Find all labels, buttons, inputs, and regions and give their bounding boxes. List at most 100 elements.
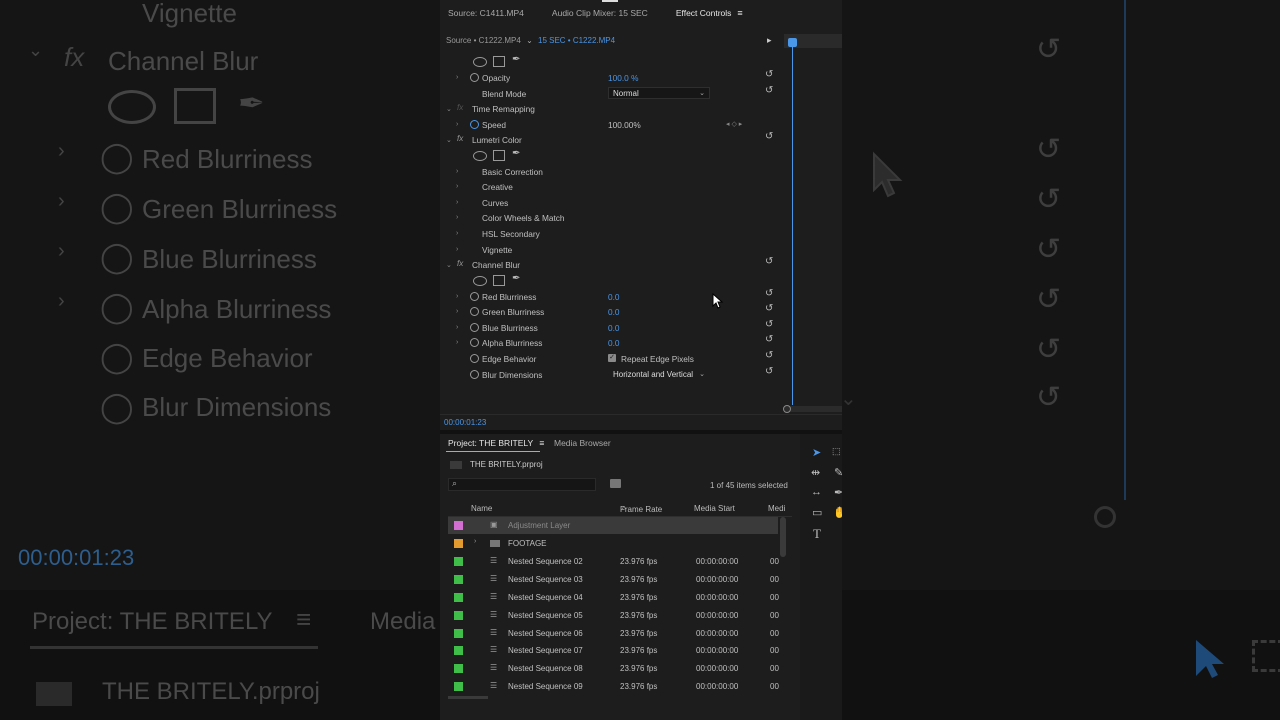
chevron-down-icon[interactable]: ⌄ — [446, 136, 452, 144]
panel-menu-icon[interactable]: ≡ — [737, 8, 742, 18]
table-row[interactable]: ☰ Nested Sequence 03 23.976 fps 00:00:00… — [448, 571, 779, 588]
chevron-right-icon[interactable]: › — [456, 293, 458, 300]
table-row[interactable]: ☰ Nested Sequence 05 23.976 fps 00:00:00… — [448, 607, 779, 624]
pen-mask-icon[interactable]: ✒ — [512, 148, 520, 159]
fx-icon[interactable]: fx — [457, 134, 463, 143]
table-row[interactable]: ☰ Nested Sequence 09 23.976 fps 00:00:00… — [448, 678, 779, 695]
blue-blurriness-value[interactable]: 0.0 — [608, 323, 620, 333]
table-row[interactable]: › FOOTAGE — [448, 535, 778, 552]
label-color[interactable] — [454, 664, 463, 673]
chevron-down-icon[interactable]: ⌄ — [446, 105, 452, 113]
type-tool-icon[interactable]: T — [813, 526, 821, 542]
stopwatch-icon[interactable] — [470, 307, 479, 316]
table-row[interactable]: ☰ Nested Sequence 02 23.976 fps 00:00:00… — [448, 553, 779, 570]
label-color[interactable] — [454, 682, 463, 691]
timeline-zoom-bar[interactable] — [784, 406, 842, 412]
ellipse-mask-icon[interactable] — [473, 151, 487, 161]
label-color[interactable] — [454, 575, 463, 584]
tab-source[interactable]: Source: C1411.MP4 — [448, 8, 524, 18]
reset-icon[interactable]: ↺ — [765, 319, 773, 330]
chevron-right-icon[interactable]: › — [456, 168, 458, 175]
stopwatch-icon[interactable] — [470, 120, 479, 129]
chevron-right-icon[interactable]: › — [456, 74, 458, 81]
blend-mode-dropdown[interactable]: Normal ⌄ — [608, 87, 710, 99]
red-blurriness-value[interactable]: 0.0 — [608, 292, 620, 302]
column-media-start[interactable]: Media Start — [694, 504, 735, 513]
keyframe-nav-icon[interactable]: ◂ ◇ ▸ — [726, 120, 742, 128]
project-search-input[interactable]: ⌕ — [448, 478, 596, 491]
rect-mask-icon[interactable] — [493, 275, 505, 286]
reset-icon[interactable]: ↺ — [765, 334, 773, 345]
chevron-right-icon[interactable]: › — [456, 199, 458, 206]
ripple-edit-icon[interactable]: ⇹ — [811, 466, 820, 479]
label-color[interactable] — [454, 629, 463, 638]
chevron-down-icon[interactable]: ⌄ — [446, 261, 452, 269]
chevron-right-icon[interactable]: › — [456, 121, 458, 128]
blur-dimensions-dropdown[interactable]: Horizontal and Vertical ⌄ — [608, 368, 710, 380]
ellipse-mask-icon[interactable] — [473, 276, 487, 286]
reset-icon[interactable]: ↺ — [765, 85, 773, 96]
ellipse-mask-icon[interactable] — [473, 57, 487, 67]
stopwatch-icon[interactable] — [470, 370, 479, 379]
current-timecode[interactable]: 00:00:01:23 — [444, 418, 486, 427]
selection-tool-icon[interactable]: ➤ — [812, 446, 821, 459]
label-color[interactable] — [454, 646, 463, 655]
table-row[interactable]: ☰ Nested Sequence 08 23.976 fps 00:00:00… — [448, 660, 779, 677]
tab-effect-controls[interactable]: Effect Controls ≡ — [676, 8, 743, 18]
chevron-right-icon[interactable]: › — [456, 339, 458, 346]
rectangle-tool-icon[interactable]: ▭ — [812, 506, 822, 519]
tab-project[interactable]: Project: THE BRITELY ≡ — [448, 438, 544, 448]
table-row[interactable]: ☰ Nested Sequence 06 23.976 fps 00:00:00… — [448, 625, 779, 642]
razor-icon[interactable]: ✎ — [834, 466, 842, 479]
table-row[interactable]: ▣ Adjustment Layer — [448, 517, 778, 534]
pen-tool-icon[interactable]: ✒ — [834, 486, 842, 499]
stopwatch-icon[interactable] — [470, 323, 479, 332]
repeat-edge-checkbox[interactable]: ✓ — [608, 354, 616, 362]
panel-menu-icon[interactable]: ≡ — [539, 438, 544, 448]
tab-media-browser[interactable]: Media Browser — [554, 438, 611, 448]
reset-icon[interactable]: ↺ — [765, 256, 773, 267]
rect-mask-icon[interactable] — [493, 56, 505, 67]
reset-icon[interactable]: ↺ — [765, 366, 773, 377]
stopwatch-icon[interactable] — [470, 292, 479, 301]
table-row[interactable]: ☰ Nested Sequence 04 23.976 fps 00:00:00… — [448, 589, 779, 606]
chevron-right-icon[interactable]: › — [456, 246, 458, 253]
label-color[interactable] — [454, 593, 463, 602]
reset-icon[interactable]: ↺ — [765, 350, 773, 361]
column-more[interactable]: Medi — [768, 504, 785, 513]
chevron-right-icon[interactable]: › — [456, 324, 458, 331]
stopwatch-icon[interactable] — [470, 354, 479, 363]
chevron-right-icon[interactable]: › — [456, 214, 458, 221]
table-row[interactable]: ☰ Nested Sequence 07 23.976 fps 00:00:00… — [448, 642, 779, 659]
alpha-blurriness-value[interactable]: 0.0 — [608, 338, 620, 348]
horizontal-scrollbar[interactable] — [448, 696, 488, 699]
reset-icon[interactable]: ↺ — [765, 288, 773, 299]
reset-icon[interactable]: ↺ — [765, 303, 773, 314]
column-name[interactable]: Name — [471, 504, 492, 513]
project-scrollbar[interactable] — [780, 517, 786, 557]
label-color[interactable] — [454, 611, 463, 620]
track-select-icon[interactable]: ⬚ — [832, 446, 841, 457]
zoom-handle[interactable] — [783, 405, 791, 413]
stopwatch-icon[interactable] — [470, 73, 479, 82]
chevron-right-icon[interactable]: › — [456, 230, 458, 237]
green-blurriness-value[interactable]: 0.0 — [608, 307, 620, 317]
fx-icon[interactable]: fx — [457, 103, 463, 112]
chevron-right-icon[interactable]: › — [474, 538, 476, 545]
chevron-right-icon[interactable]: › — [456, 183, 458, 190]
chevron-right-icon[interactable]: › — [456, 308, 458, 315]
label-color[interactable] — [454, 521, 463, 530]
new-bin-icon[interactable] — [610, 479, 621, 488]
label-color[interactable] — [454, 557, 463, 566]
reset-icon[interactable]: ↺ — [765, 69, 773, 80]
pen-mask-icon[interactable]: ✒ — [512, 54, 520, 65]
label-color[interactable] — [454, 539, 463, 548]
hand-tool-icon[interactable]: ✋ — [833, 506, 842, 519]
pen-mask-icon[interactable]: ✒ — [512, 273, 520, 284]
speed-value[interactable]: 100.00% — [608, 120, 641, 130]
reset-icon[interactable]: ↺ — [765, 131, 773, 142]
stopwatch-icon[interactable] — [470, 338, 479, 347]
tab-audio-clip-mixer[interactable]: Audio Clip Mixer: 15 SEC — [552, 8, 648, 18]
rect-mask-icon[interactable] — [493, 150, 505, 161]
opacity-value[interactable]: 100.0 % — [608, 73, 638, 83]
